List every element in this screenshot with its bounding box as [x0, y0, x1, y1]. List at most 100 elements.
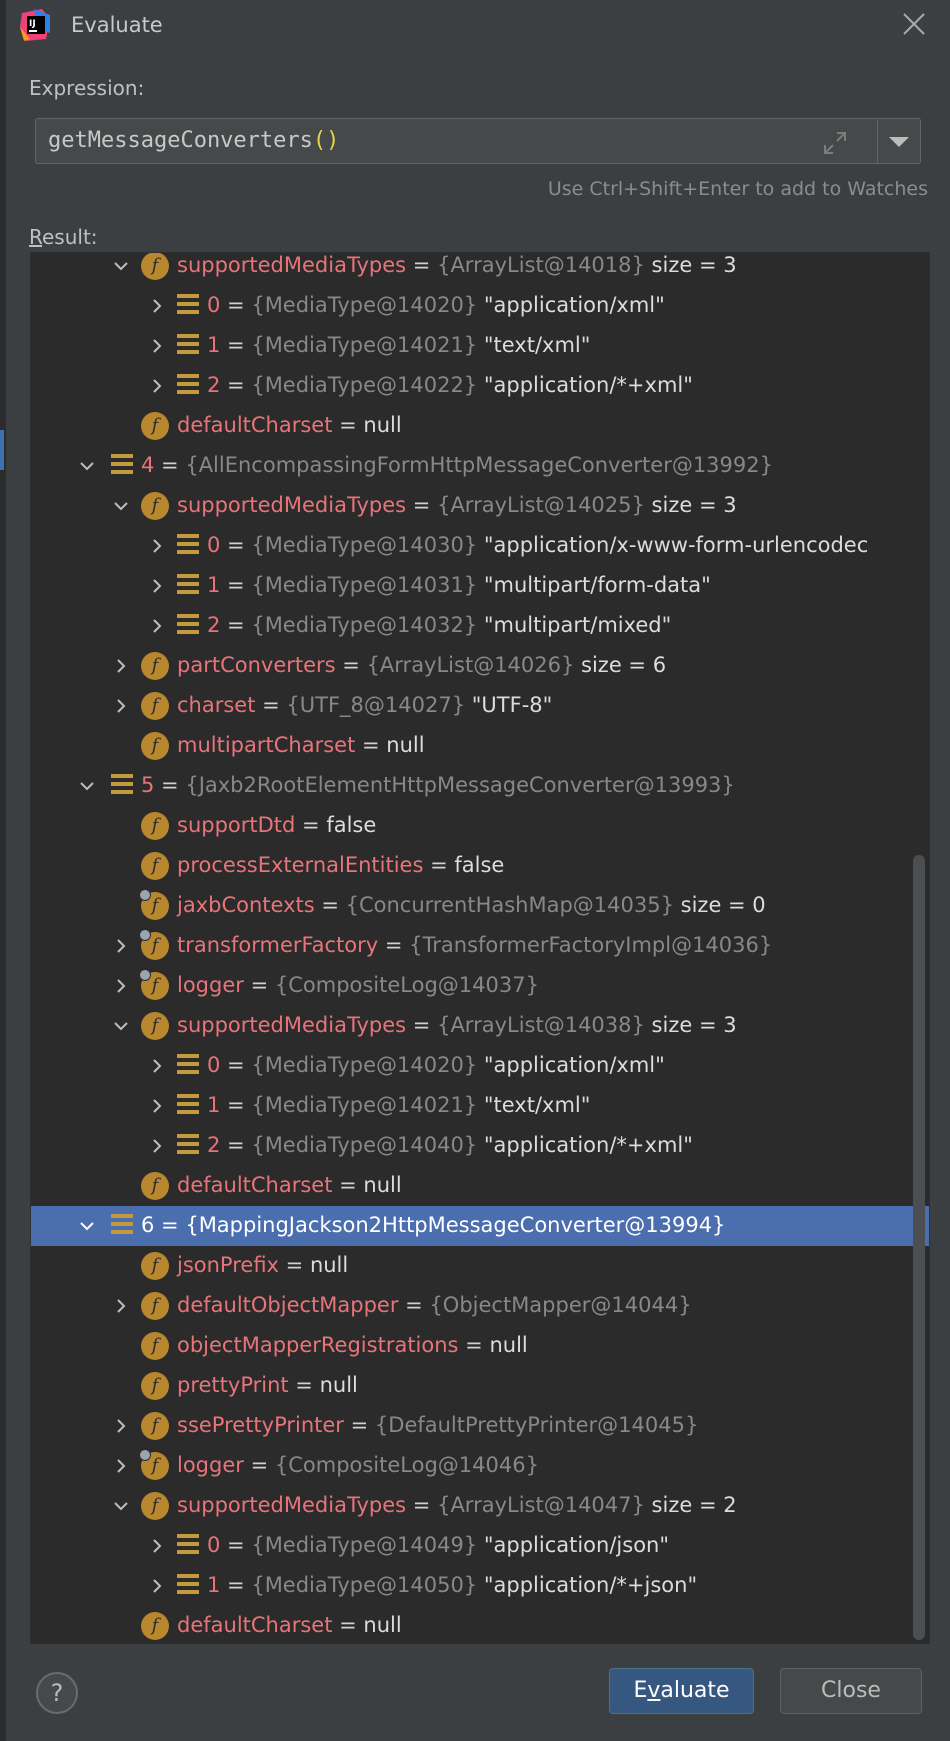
chevron-down-icon[interactable]	[79, 778, 95, 794]
tree-row[interactable]: 6 = {MappingJackson2HttpMessageConverter…	[31, 1206, 929, 1246]
chevron-right-icon[interactable]	[149, 1578, 165, 1594]
tree-row-text: 1 = {MediaType@14021} "text/xml"	[207, 1093, 590, 1117]
chevron-right-icon[interactable]	[113, 1458, 129, 1474]
tree-row[interactable]: f supportedMediaTypes = {ArrayList@14047}…	[31, 1486, 929, 1526]
chevron-right-icon[interactable]	[113, 698, 129, 714]
history-dropdown-icon[interactable]	[888, 135, 910, 149]
evaluate-button[interactable]: Evaluate	[609, 1668, 754, 1714]
tree-row[interactable]: f logger = {CompositeLog@14037}	[31, 966, 929, 1006]
chevron-right-icon[interactable]	[113, 978, 129, 994]
tree-row-name: 1	[207, 333, 221, 357]
tree-row-text: supportedMediaTypes = {ArrayList@14018} …	[177, 253, 737, 277]
chevron-down-icon[interactable]	[113, 1498, 129, 1514]
chevron-right-icon[interactable]	[149, 298, 165, 314]
tree-row[interactable]: f defaultCharset = null	[31, 1606, 929, 1643]
tree-row[interactable]: f defaultCharset = null	[31, 1166, 929, 1206]
tree-row[interactable]: 4 = {AllEncompassingFormHttpMessageConve…	[31, 446, 929, 486]
tree-row-equals: =	[458, 1333, 490, 1357]
tree-row[interactable]: f supportedMediaTypes = {ArrayList@14018}…	[31, 253, 929, 286]
tree-row[interactable]: f charset = {UTF_8@14027} "UTF-8"	[31, 686, 929, 726]
tree-row[interactable]: 1 = {MediaType@14050} "application/*+jso…	[31, 1566, 929, 1606]
chevron-right-icon[interactable]	[149, 618, 165, 634]
help-button[interactable]: ?	[36, 1672, 78, 1714]
chevron-right-icon[interactable]	[149, 338, 165, 354]
tree-row-type: {MediaType@14021}	[251, 1093, 478, 1117]
tree-row[interactable]: 0 = {MediaType@14020} "application/xml"	[31, 1046, 929, 1086]
tree-row[interactable]: 0 = {MediaType@14020} "application/xml"	[31, 286, 929, 326]
tree-row[interactable]: 2 = {MediaType@14032} "multipart/mixed"	[31, 606, 929, 646]
close-button[interactable]: Close	[780, 1668, 922, 1714]
tree-row-value: "multipart/mixed"	[477, 613, 672, 637]
tree-row[interactable]: f jaxbContexts = {ConcurrentHashMap@14035…	[31, 886, 929, 926]
array-element-icon	[177, 374, 199, 398]
tree-row-name: 2	[207, 373, 221, 397]
editor-gutter-marker	[0, 430, 4, 470]
chevron-right-icon[interactable]	[113, 658, 129, 674]
tree-row-type: {CompositeLog@14046}	[274, 1453, 539, 1477]
chevron-right-icon[interactable]	[149, 1138, 165, 1154]
chevron-right-icon[interactable]	[113, 1298, 129, 1314]
chevron-down-icon[interactable]	[79, 1218, 95, 1234]
tree-row-type: {MediaType@14030}	[251, 533, 478, 557]
tree-row[interactable]: f logger = {CompositeLog@14046}	[31, 1446, 929, 1486]
tree-row-name: 0	[207, 1533, 221, 1557]
tree-row[interactable]: 2 = {MediaType@14040} "application/*+xml…	[31, 1126, 929, 1166]
expression-value: getMessageConverters	[48, 128, 313, 153]
tree-row[interactable]: f supportDtd = false	[31, 806, 929, 846]
tree-row-text: multipartCharset = null	[177, 733, 425, 757]
tree-row[interactable]: f processExternalEntities = false	[31, 846, 929, 886]
tree-row[interactable]: 0 = {MediaType@14030} "application/x-www…	[31, 526, 929, 566]
chevron-right-icon[interactable]	[113, 938, 129, 954]
tree-row[interactable]: f ssePrettyPrinter = {DefaultPrettyPrinte…	[31, 1406, 929, 1446]
tree-row-equals: =	[154, 453, 186, 477]
tree-row-equals: =	[220, 373, 252, 397]
tree-row[interactable]: 5 = {Jaxb2RootElementHttpMessageConverte…	[31, 766, 929, 806]
tree-row[interactable]: 1 = {MediaType@14021} "text/xml"	[31, 326, 929, 366]
tree-row[interactable]: f objectMapperRegistrations = null	[31, 1326, 929, 1366]
chevron-right-icon[interactable]	[149, 378, 165, 394]
tree-row[interactable]: 0 = {MediaType@14049} "application/json"	[31, 1526, 929, 1566]
expression-input[interactable]: getMessageConverters()	[35, 118, 921, 164]
tree-row-equals: =	[220, 573, 252, 597]
tree-row[interactable]: f jsonPrefix = null	[31, 1246, 929, 1286]
chevron-down-icon[interactable]	[79, 458, 95, 474]
tree-row[interactable]: f supportedMediaTypes = {ArrayList@14025}…	[31, 486, 929, 526]
chevron-right-icon[interactable]	[149, 538, 165, 554]
tree-row-value: "application/xml"	[477, 293, 665, 317]
expression-text[interactable]: getMessageConverters()	[48, 128, 339, 153]
tree-row[interactable]: f partConverters = {ArrayList@14026} size…	[31, 646, 929, 686]
chevron-down-icon[interactable]	[113, 498, 129, 514]
tree-row[interactable]: 1 = {MediaType@14031} "multipart/form-da…	[31, 566, 929, 606]
expand-icon[interactable]	[822, 130, 848, 156]
field-icon: f	[139, 1449, 169, 1480]
chevron-down-icon[interactable]	[113, 258, 129, 274]
close-icon[interactable]	[900, 10, 928, 38]
tree-row[interactable]: f multipartCharset = null	[31, 726, 929, 766]
chevron-right-icon[interactable]	[149, 1538, 165, 1554]
tree-row[interactable]: f transformerFactory = {TransformerFactor…	[31, 926, 929, 966]
tree-row[interactable]: f defaultCharset = null	[31, 406, 929, 446]
array-element-icon	[177, 1094, 199, 1118]
chevron-right-icon[interactable]	[149, 1098, 165, 1114]
tree-row[interactable]: f supportedMediaTypes = {ArrayList@14038}…	[31, 1006, 929, 1046]
chevron-down-icon[interactable]	[113, 1018, 129, 1034]
chevron-right-icon[interactable]	[149, 1058, 165, 1074]
tree-row[interactable]: f prettyPrint = null	[31, 1366, 929, 1406]
vertical-scrollbar-thumb[interactable]	[913, 855, 925, 1640]
tree-row-equals: =	[406, 1493, 438, 1517]
tree-row-value: "multipart/form-data"	[477, 573, 711, 597]
tree-row[interactable]: 2 = {MediaType@14022} "application/*+xml…	[31, 366, 929, 406]
watches-hint: Use Ctrl+Shift+Enter to add to Watches	[547, 178, 928, 200]
result-tree[interactable]: f defaultCharset = null 1 = {MediaType@140…	[30, 252, 930, 1644]
tree-row-equals: =	[314, 893, 346, 917]
tree-row-equals: =	[220, 1133, 252, 1157]
tree-row[interactable]: f defaultObjectMapper = {ObjectMapper@140…	[31, 1286, 929, 1326]
tree-row-text: logger = {CompositeLog@14037}	[177, 973, 539, 997]
tree-row-name: defaultObjectMapper	[177, 1293, 399, 1317]
tree-row-text: processExternalEntities = false	[177, 853, 504, 877]
chevron-right-icon[interactable]	[113, 1418, 129, 1434]
tree-row[interactable]: 1 = {MediaType@14021} "text/xml"	[31, 1086, 929, 1126]
tree-row-equals: =	[278, 1253, 310, 1277]
tree-row-name: prettyPrint	[177, 1373, 289, 1397]
chevron-right-icon[interactable]	[149, 578, 165, 594]
